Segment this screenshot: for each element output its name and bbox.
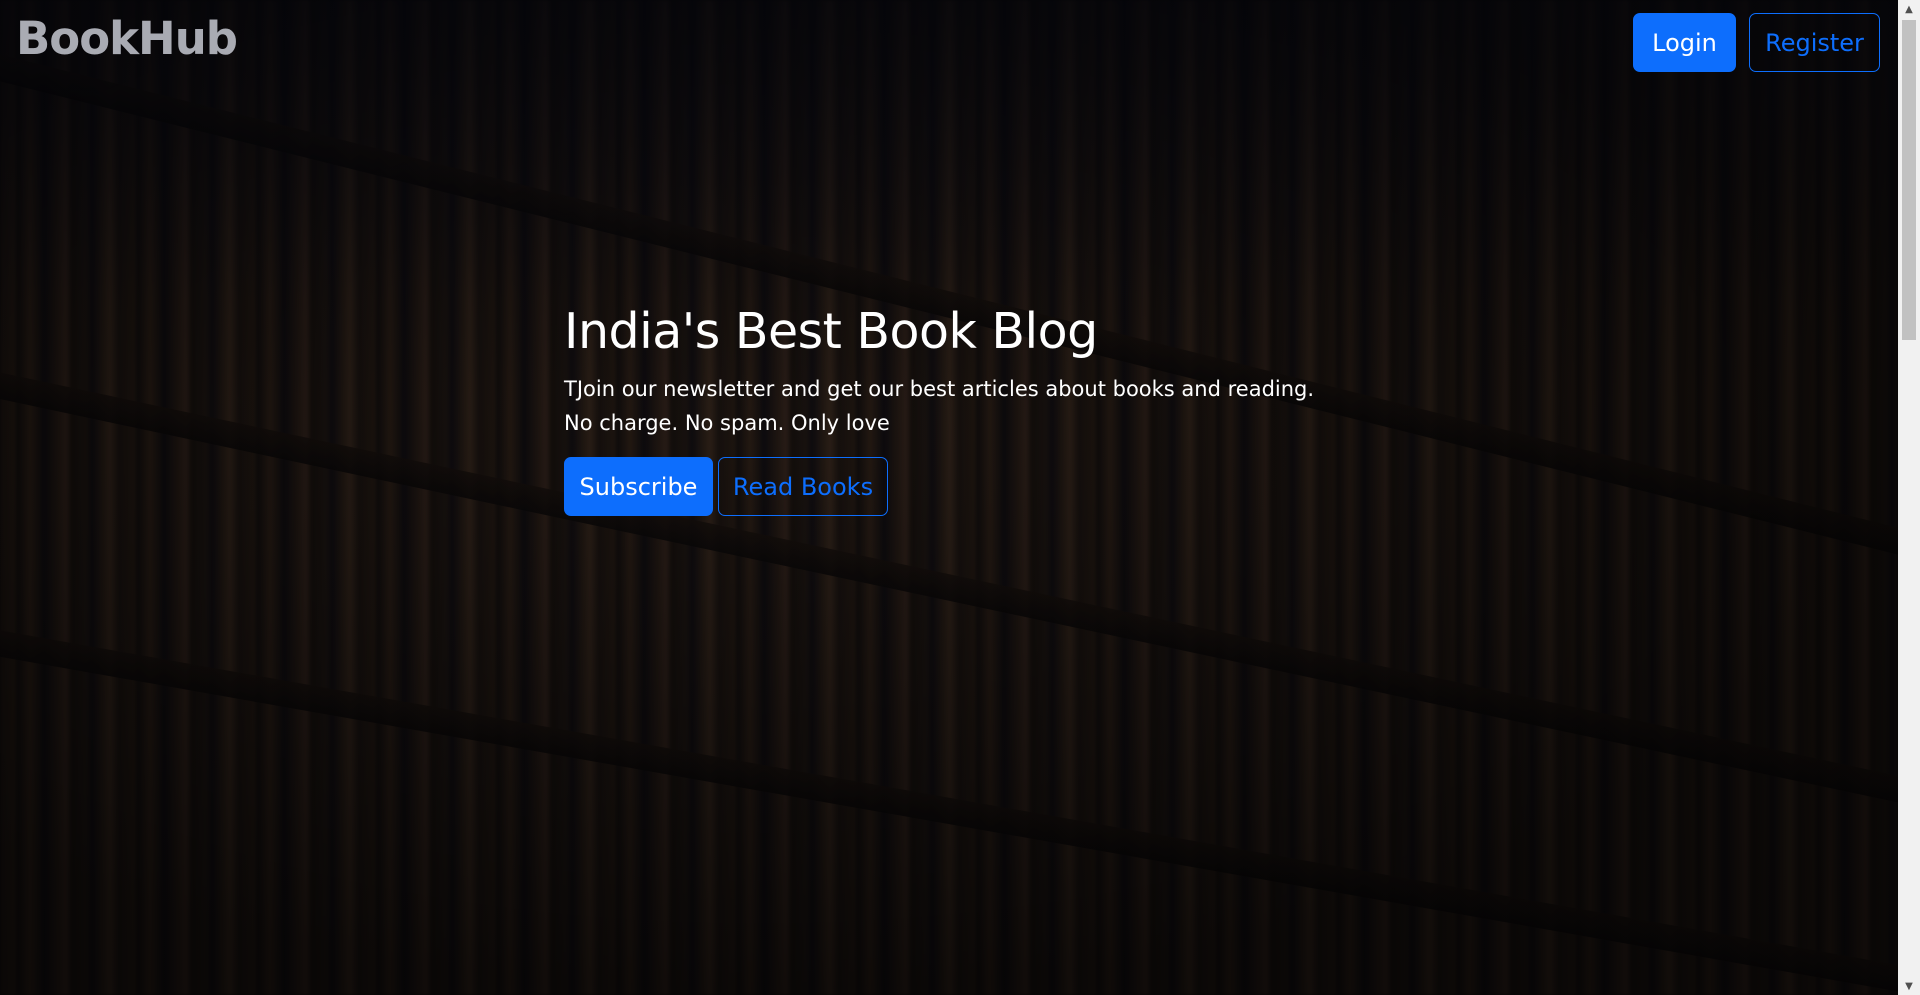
navbar: BookHub Login Register <box>0 0 1898 86</box>
page: BookHub Login Register India's Best Book… <box>0 0 1920 995</box>
hero-section: India's Best Book Blog TJoin our newslet… <box>564 300 1324 440</box>
register-button[interactable]: Register <box>1749 13 1880 72</box>
scroll-up-icon[interactable]: ▲ <box>1898 0 1920 18</box>
login-button[interactable]: Login <box>1633 13 1736 72</box>
hero-title: India's Best Book Blog <box>564 303 1098 360</box>
background-overlay <box>0 0 1898 995</box>
scrollbar-thumb[interactable] <box>1902 20 1916 340</box>
vertical-scrollbar[interactable]: ▲ ▼ <box>1898 0 1920 995</box>
subscribe-button[interactable]: Subscribe <box>564 457 713 516</box>
hero-lead-text: TJoin our newsletter and get our best ar… <box>564 377 1315 435</box>
scroll-down-icon[interactable]: ▼ <box>1898 977 1920 995</box>
brand-logo[interactable]: BookHub <box>16 12 238 65</box>
read-books-button[interactable]: Read Books <box>718 457 888 516</box>
